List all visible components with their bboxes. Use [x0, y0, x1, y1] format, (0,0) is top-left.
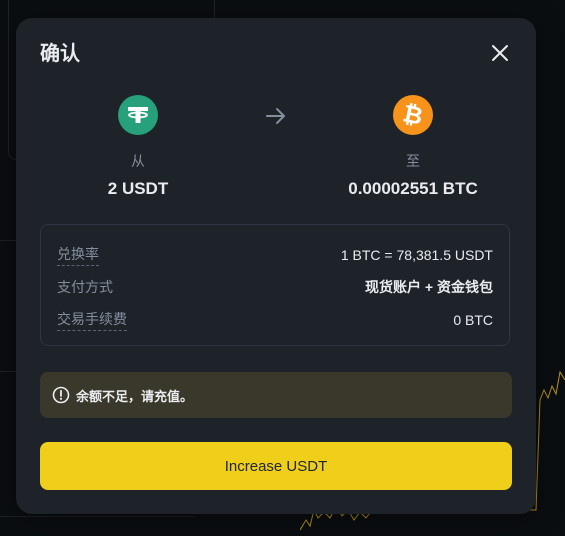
from-amount: 2 USDT — [107, 179, 169, 198]
insufficient-balance-warning: 余额不足，请充值。 — [40, 372, 512, 418]
background-divider — [0, 516, 195, 517]
warning-text: 余额不足，请充值。 — [76, 388, 194, 404]
detail-row-payment-method: 支付方式 现货账户 + 资金钱包 — [57, 277, 493, 297]
from-label: 从 — [131, 153, 145, 169]
background-divider — [0, 371, 16, 372]
detail-row-rate: 兑换率 1 BTC = 78,381.5 USDT — [57, 244, 493, 266]
dialog-title: 确认 — [40, 43, 80, 65]
usdt-tether-icon — [118, 95, 158, 135]
fee-label[interactable]: 交易手续费 — [57, 309, 127, 331]
btc-bitcoin-icon: ₿ — [393, 95, 433, 135]
rate-value: 1 BTC = 78,381.5 USDT — [340, 247, 493, 263]
payment-method-value: 现货账户 + 资金钱包 — [365, 279, 493, 295]
rate-label[interactable]: 兑换率 — [57, 244, 99, 266]
background-divider — [0, 240, 16, 241]
conversion-details: 兑换率 1 BTC = 78,381.5 USDT 支付方式 现货账户 + 资金… — [40, 224, 510, 346]
confirm-dialog: 确认 ₿ 从 2 USDT 至 0.00002551 BTC 兑换率 1 BTC… — [16, 18, 536, 514]
close-icon[interactable] — [488, 41, 512, 65]
to-label: 至 — [406, 153, 420, 169]
close-button[interactable] — [488, 41, 512, 65]
detail-row-fee: 交易手续费 0 BTC — [57, 309, 493, 331]
payment-method-label: 支付方式 — [57, 279, 113, 295]
increase-usdt-button[interactable]: Increase USDT — [40, 442, 512, 490]
info-icon — [52, 386, 70, 404]
to-amount: 0.00002551 BTC — [348, 179, 478, 198]
fee-value: 0 BTC — [453, 312, 493, 328]
arrow-right-icon — [266, 108, 285, 124]
